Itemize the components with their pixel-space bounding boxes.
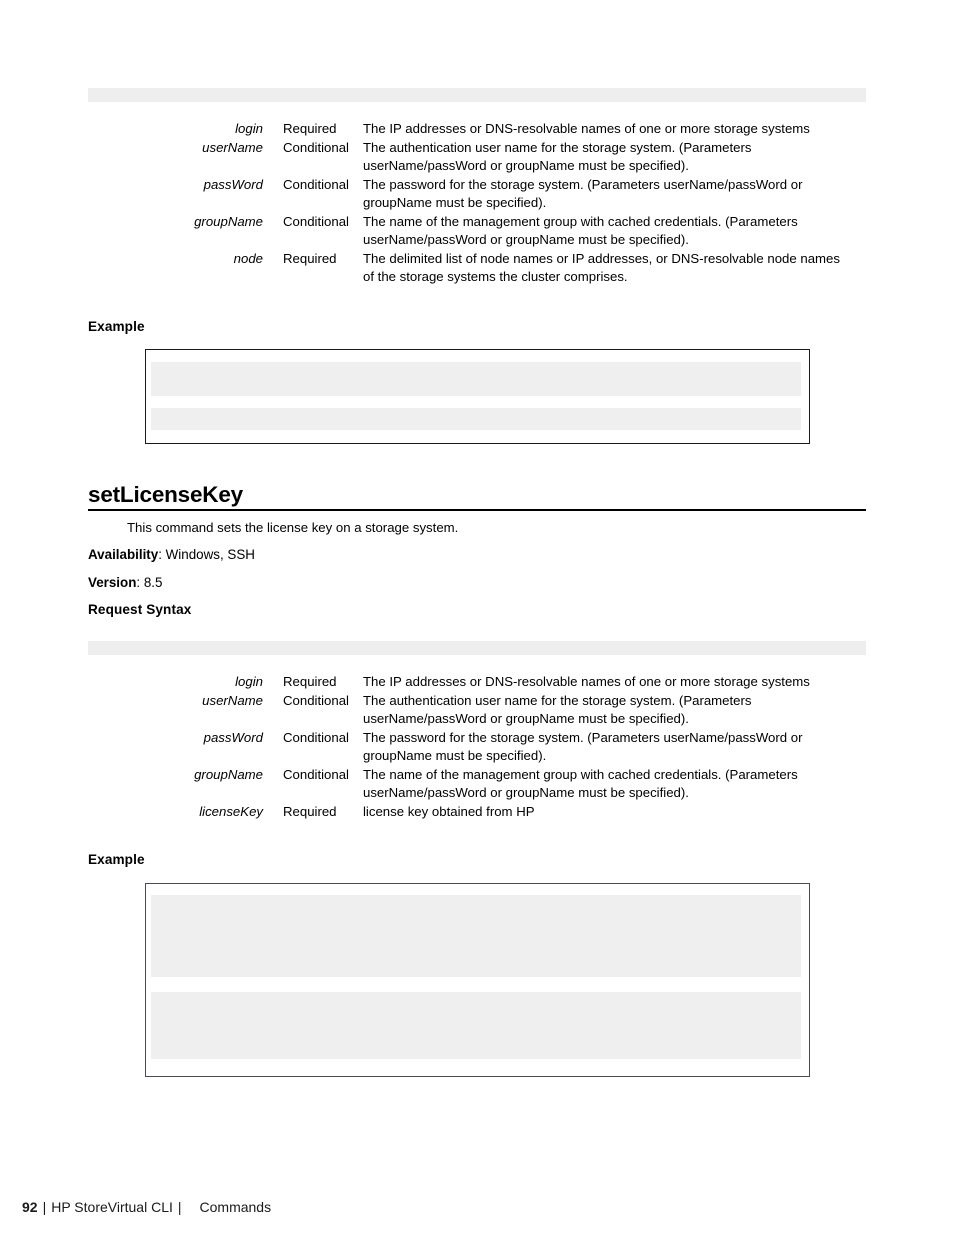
table-row: groupName Conditional The name of the ma… [88, 766, 878, 803]
param-description: The authentication user name for the sto… [363, 692, 752, 727]
version-value: : 8.5 [136, 575, 163, 590]
param-name: licenseKey [199, 803, 263, 819]
table-row: userName Conditional The authentication … [88, 692, 878, 729]
availability-line: Availability: Windows, SSH [88, 546, 255, 564]
table-row: passWord Conditional The password for th… [88, 176, 878, 213]
table-row: login Required The IP addresses or DNS-r… [88, 120, 878, 139]
code-block-line-1 [151, 362, 801, 396]
param-name: login [235, 674, 263, 689]
command-description: This command sets the license key on a s… [127, 520, 459, 535]
param-requirement: Required [283, 674, 337, 689]
page-number: 92 [22, 1199, 38, 1215]
param-requirement: Required [283, 250, 337, 266]
availability-value: : Windows, SSH [158, 547, 255, 562]
footer-product: HP StoreVirtual CLI [51, 1199, 173, 1215]
document-page: login Required The IP addresses or DNS-r… [0, 0, 954, 1235]
page-footer: 92 | HP StoreVirtual CLI | Commands [22, 1199, 271, 1215]
version-line: Version: 8.5 [88, 574, 162, 592]
param-description: The IP addresses or DNS-resolvable names… [363, 121, 810, 136]
param-name: login [235, 121, 263, 136]
table-row: userName Conditional The authentication … [88, 139, 878, 176]
parameter-table-1: login Required The IP addresses or DNS-r… [88, 120, 878, 287]
param-description: The delimited list of node names or IP a… [363, 250, 840, 285]
code-block-line-2 [151, 992, 801, 1059]
availability-label: Availability [88, 547, 159, 562]
request-syntax-bar-1 [88, 88, 866, 102]
code-block-line-2 [151, 408, 801, 430]
param-description: The authentication user name for the sto… [363, 139, 752, 174]
example-code-box-2 [145, 883, 810, 1077]
request-syntax-bar-2 [88, 641, 866, 655]
param-requirement: Conditional [283, 139, 349, 155]
param-name: userName [202, 692, 263, 708]
param-requirement: Required [283, 803, 337, 819]
footer-section: Commands [199, 1199, 272, 1215]
param-requirement: Conditional [283, 729, 349, 745]
example-code-box-1 [145, 349, 810, 444]
param-description: The password for the storage system. (Pa… [363, 176, 803, 211]
table-row: groupName Conditional The name of the ma… [88, 213, 878, 250]
param-name: passWord [203, 176, 263, 192]
param-description: The password for the storage system. (Pa… [363, 729, 803, 764]
version-label: Version [88, 575, 137, 590]
param-requirement: Conditional [283, 176, 349, 192]
param-description: The IP addresses or DNS-resolvable names… [363, 674, 810, 689]
param-description: The name of the management group with ca… [363, 213, 798, 248]
page-title-setlicensekey: setLicenseKey [88, 482, 243, 507]
table-row: node Required The delimited list of node… [88, 250, 878, 287]
table-row: login Required The IP addresses or DNS-r… [88, 673, 878, 692]
example-label-2: Example [88, 852, 145, 867]
param-description: license key obtained from HP [363, 803, 535, 819]
request-syntax-label: Request Syntax [88, 602, 192, 617]
param-name: userName [202, 139, 263, 155]
title-underline-rule [88, 509, 866, 511]
table-row: passWord Conditional The password for th… [88, 729, 878, 766]
param-requirement: Conditional [283, 692, 349, 708]
param-requirement: Conditional [283, 766, 349, 782]
footer-separator-2: | [177, 1199, 182, 1215]
param-name: groupName [194, 213, 263, 229]
param-name: groupName [194, 766, 263, 782]
param-name: node [233, 250, 263, 266]
example-label-1: Example [88, 319, 145, 334]
param-name: passWord [203, 729, 263, 745]
code-block-line-1 [151, 895, 801, 977]
footer-separator-1: | [42, 1199, 47, 1215]
param-requirement: Required [283, 121, 337, 136]
param-requirement: Conditional [283, 213, 349, 229]
parameter-table-2: login Required The IP addresses or DNS-r… [88, 673, 878, 821]
table-row: licenseKey Required license key obtained… [88, 803, 878, 822]
param-description: The name of the management group with ca… [363, 766, 798, 801]
